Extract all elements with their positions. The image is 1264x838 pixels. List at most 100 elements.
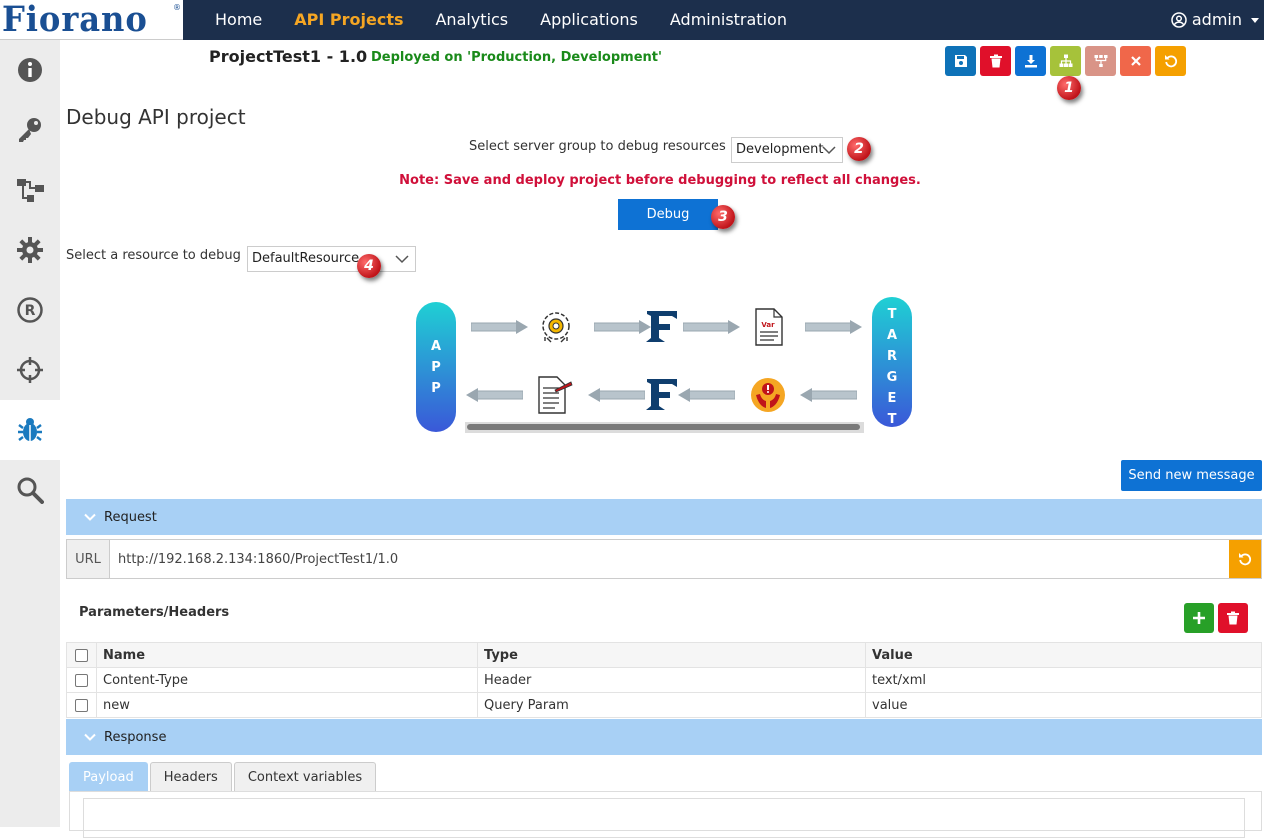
bug-icon	[18, 418, 42, 441]
undo-icon	[1164, 55, 1177, 68]
tab-headers[interactable]: Headers	[149, 762, 232, 792]
select-all-checkbox[interactable]	[75, 648, 88, 662]
crosshair-icon	[17, 357, 43, 383]
gear-policy-icon[interactable]	[537, 309, 575, 347]
sidebar: R	[0, 40, 60, 827]
row-checkbox[interactable]	[75, 698, 88, 712]
flow-scrollbar[interactable]	[465, 422, 864, 433]
row-checkbox[interactable]	[75, 673, 88, 687]
close-icon	[1130, 56, 1141, 66]
fiorano-f-icon[interactable]	[644, 377, 678, 413]
sidebar-item-flow[interactable]	[0, 160, 60, 220]
param-type[interactable]: Header	[477, 667, 866, 693]
target-pill: T A R G E T	[872, 297, 912, 427]
request-section-header[interactable]: Request	[66, 499, 1262, 535]
param-type[interactable]: Query Param	[477, 692, 866, 718]
project-title: ProjectTest1 - 1.0	[209, 47, 368, 66]
send-new-message-button[interactable]: Send new message	[1121, 460, 1262, 491]
save-button[interactable]	[945, 46, 976, 76]
resource-select[interactable]: DefaultResource	[247, 246, 416, 272]
user-menu[interactable]: admin	[1171, 0, 1259, 40]
step-marker-2: 2	[847, 137, 871, 161]
url-input[interactable]: http://192.168.2.134:1860/ProjectTest1/1…	[110, 540, 1229, 578]
delete-button[interactable]	[980, 46, 1011, 76]
top-navbar: Fiorano ® Home API Projects Analytics Ap…	[0, 0, 1264, 40]
column-header-type: Type	[477, 642, 866, 668]
project-toolbar	[945, 46, 1186, 76]
payload-editor[interactable]	[83, 798, 1245, 838]
table-row[interactable]: new Query Param value	[66, 692, 1262, 718]
add-param-button[interactable]	[1184, 603, 1214, 633]
flow-arrow-right	[594, 320, 651, 334]
variables-doc-icon[interactable]: Var	[754, 308, 784, 346]
scrollbar-thumb[interactable]	[467, 424, 860, 430]
app-pill: A P P	[416, 302, 456, 432]
trash-icon	[1227, 611, 1239, 625]
server-group-select[interactable]: Development	[731, 137, 843, 163]
sidebar-item-keys[interactable]	[0, 100, 60, 160]
sidebar-item-info[interactable]	[0, 40, 60, 100]
server-group-value: Development	[736, 142, 824, 157]
step-marker-4: 4	[357, 254, 381, 278]
nav-applications[interactable]: Applications	[524, 0, 654, 40]
flow-arrow-right	[471, 320, 528, 334]
page-title: Debug API project	[66, 105, 246, 129]
document-edit-icon[interactable]	[537, 376, 573, 414]
param-name[interactable]: Content-Type	[96, 667, 478, 693]
chevron-down-icon	[84, 513, 96, 521]
server-group-label: Select server group to debug resources	[469, 139, 726, 154]
sidebar-item-settings[interactable]	[0, 220, 60, 280]
nav-analytics[interactable]: Analytics	[419, 0, 524, 40]
resource-label: Select a resource to debug	[66, 248, 241, 263]
response-section-header[interactable]: Response	[66, 719, 1262, 755]
row-checkbox-cell	[66, 692, 97, 718]
flow-arrow-right	[805, 320, 862, 334]
sidebar-item-registered[interactable]: R	[0, 280, 60, 340]
delete-param-button[interactable]	[1218, 603, 1248, 633]
revert-button[interactable]	[1155, 46, 1186, 76]
request-section-label: Request	[104, 509, 157, 525]
tab-payload[interactable]: Payload	[69, 762, 148, 792]
fiorano-logo[interactable]: Fiorano ®	[0, 0, 183, 40]
row-checkbox-cell	[66, 667, 97, 693]
chevron-down-icon	[1251, 17, 1259, 23]
params-headers-title: Parameters/Headers	[79, 605, 230, 620]
param-value[interactable]: text/xml	[865, 667, 1262, 693]
flow-arrow-left	[466, 388, 523, 402]
sidebar-item-debug[interactable]	[0, 400, 60, 460]
key-icon	[19, 118, 41, 142]
nav-administration[interactable]: Administration	[654, 0, 803, 40]
select-all-cell	[66, 642, 97, 668]
response-section-label: Response	[104, 729, 167, 745]
url-reset-button[interactable]	[1229, 540, 1261, 578]
nav-home[interactable]: Home	[199, 0, 278, 40]
sitemap-off-icon	[1094, 55, 1107, 67]
url-field-group: URL http://192.168.2.134:1860/ProjectTes…	[66, 539, 1262, 579]
step-marker-1: 1	[1057, 76, 1081, 100]
chevron-down-icon	[822, 146, 836, 155]
table-row[interactable]: Content-Type Header text/xml	[66, 667, 1262, 693]
error-handler-icon[interactable]	[750, 377, 786, 413]
sidebar-item-target[interactable]	[0, 340, 60, 400]
undeploy-button[interactable]	[1085, 46, 1116, 76]
sidebar-item-search[interactable]	[0, 460, 60, 520]
undo-icon	[1239, 553, 1252, 566]
param-name[interactable]: new	[96, 692, 478, 718]
debug-button[interactable]: Debug	[618, 199, 718, 230]
column-header-name: Name	[96, 642, 478, 668]
chevron-down-icon	[84, 733, 96, 741]
flow-arrow-left	[800, 388, 857, 402]
nav-api-projects[interactable]: API Projects	[278, 0, 419, 40]
deploy-button[interactable]	[1050, 46, 1081, 76]
tab-context-variables[interactable]: Context variables	[233, 762, 377, 792]
response-tabs: Payload Headers Context variables	[69, 762, 377, 792]
flow-arrow-left	[588, 388, 645, 402]
download-button[interactable]	[1015, 46, 1046, 76]
fiorano-f-icon[interactable]	[644, 309, 678, 345]
param-value[interactable]: value	[865, 692, 1262, 718]
resource-value: DefaultResource	[252, 251, 360, 266]
table-header-row: Name Type Value	[66, 642, 1262, 668]
flow-arrow-right	[683, 320, 740, 334]
close-button[interactable]	[1120, 46, 1151, 76]
response-payload-panel	[69, 791, 1262, 838]
